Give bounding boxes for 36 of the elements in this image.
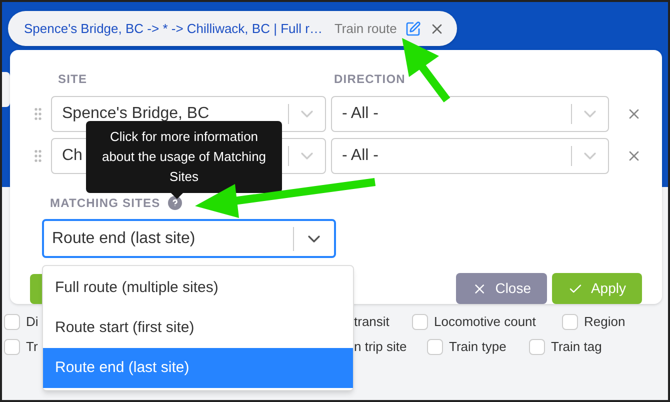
filter-label: Train tag (551, 338, 602, 356)
help-icon[interactable] (168, 196, 182, 210)
select-field[interactable]: - All - (331, 138, 609, 174)
filter-label: Di (26, 313, 38, 331)
select-field[interactable]: Route end (last site) (42, 219, 336, 258)
filter-label: transit (354, 313, 390, 331)
filter-label: Region (584, 313, 626, 331)
tooltip-pointer (171, 193, 183, 199)
checkbox[interactable] (4, 338, 20, 355)
select-value: - All - (342, 146, 378, 166)
filter-label: Train type (449, 338, 506, 356)
filter-label: n trip site (354, 338, 407, 356)
filter-label: Tr (26, 338, 38, 356)
select-value: Ch (62, 146, 82, 166)
arrow-annotation (402, 38, 450, 102)
checkbox[interactable] (412, 314, 428, 330)
dropdown-option[interactable]: Route end (last site) (43, 348, 353, 388)
filter-label: Locomotive count (434, 313, 536, 331)
column-header: SITE (57, 71, 88, 88)
dropdown-option[interactable]: Full route (multiple sites) (43, 268, 353, 308)
edit-icon[interactable] (404, 20, 421, 36)
select-value: Spence's Bridge, BC (62, 104, 210, 124)
checkbox[interactable] (427, 338, 443, 355)
dropdown-option[interactable]: Route start (first site) (43, 308, 353, 348)
select-value: Route end (last site) (51, 228, 196, 248)
filter-chip[interactable]: Spence's Bridge, BC -> * -> Chilliwack, BC | Full r… Train route (8, 11, 457, 46)
checkbox[interactable] (529, 338, 545, 355)
chip-type: Train route (334, 20, 397, 38)
chip-label: Spence's Bridge, BC -> * -> Chilliwack, BC | Full r… (24, 20, 322, 38)
checkbox[interactable] (4, 314, 20, 330)
select-field[interactable]: - All - (331, 96, 609, 132)
select-value: - All - (342, 104, 378, 124)
checkbox[interactable] (562, 314, 578, 330)
section-label: MATCHING SITES (50, 195, 160, 212)
column-header: DIRECTION (333, 71, 406, 88)
tooltip: Click for more information about the usage of Matching Sites (86, 121, 282, 193)
